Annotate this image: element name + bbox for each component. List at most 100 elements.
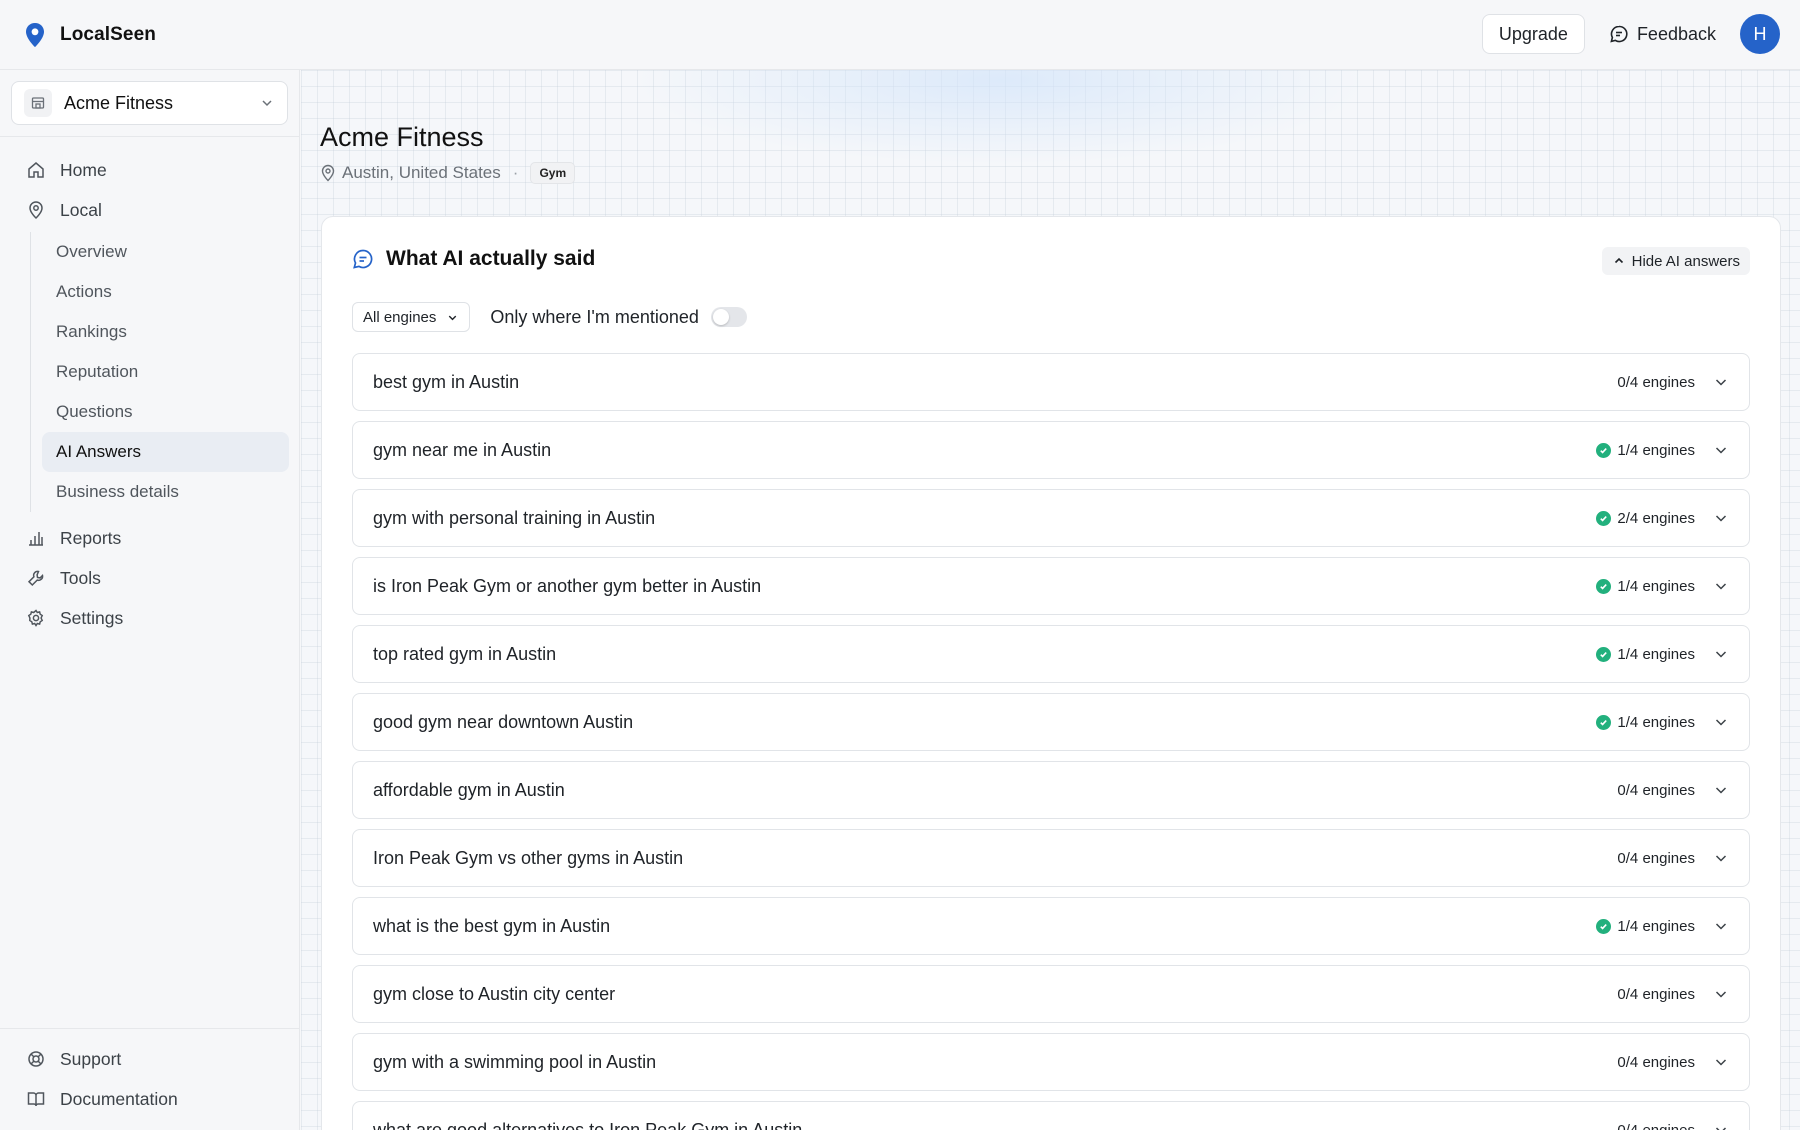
query-text: gym close to Austin city center <box>373 983 616 1004</box>
subnav-actions[interactable]: Actions <box>42 272 289 312</box>
lifebuoy-icon <box>26 1049 46 1069</box>
query-row[interactable]: is Iron Peak Gym or another gym better i… <box>352 557 1750 615</box>
engine-count: 1/4 engines <box>1596 578 1695 595</box>
query-row[interactable]: what is the best gym in Austin 1/4 engine… <box>352 897 1750 955</box>
chevron-down-icon[interactable] <box>1713 1122 1729 1130</box>
engine-count: 0/4 engines <box>1617 374 1695 391</box>
chevron-down-icon[interactable] <box>1713 918 1729 934</box>
engine-count-label: 1/4 engines <box>1617 713 1695 731</box>
filters-row: All engines Only where I'm mentioned <box>352 302 747 332</box>
query-row[interactable]: good gym near downtown Austin 1/4 engines <box>352 693 1750 751</box>
subnav-questions[interactable]: Questions <box>42 392 289 432</box>
query-row[interactable]: Iron Peak Gym vs other gyms in Austin 0/4… <box>352 829 1750 887</box>
query-text: gym with personal training in Austin <box>373 507 656 528</box>
upgrade-button[interactable]: Upgrade <box>1481 14 1585 54</box>
check-circle-icon <box>1596 646 1612 662</box>
query-row[interactable]: top rated gym in Austin 1/4 engines <box>352 625 1750 683</box>
engine-count-label: 1/4 engines <box>1617 577 1695 595</box>
query-row[interactable]: gym close to Austin city center 0/4 engin… <box>352 965 1750 1023</box>
subnav-reputation[interactable]: Reputation <box>42 352 289 392</box>
subnav-overview[interactable]: Overview <box>42 232 289 272</box>
engine-count: 0/4 engines <box>1617 1054 1695 1071</box>
sidebar-item-documentation[interactable]: Documentation <box>0 1079 300 1119</box>
engine-count: 0/4 engines <box>1617 782 1695 799</box>
sidebar-item-settings[interactable]: Settings <box>0 598 300 638</box>
sidebar-item-support[interactable]: Support <box>0 1039 300 1079</box>
mentioned-toggle[interactable] <box>710 307 747 327</box>
query-row[interactable]: what are good alternatives to Iron Peak … <box>352 1101 1750 1130</box>
query-text: what is the best gym in Austin <box>373 915 611 936</box>
sidebar-item-reports[interactable]: Reports <box>0 518 300 558</box>
sidebar-item-label: Home <box>60 159 107 180</box>
engine-count: 0/4 engines <box>1617 1122 1695 1130</box>
engine-count-label: 0/4 engines <box>1617 1053 1695 1071</box>
book-icon <box>26 1089 46 1109</box>
home-icon <box>26 160 46 180</box>
sidebar-item-label: Support <box>60 1048 122 1069</box>
app-name: LocalSeen <box>60 23 156 45</box>
mentioned-toggle-label: Only where I'm mentioned <box>490 306 699 327</box>
business-name: Acme Fitness <box>64 92 174 113</box>
query-row[interactable]: affordable gym in Austin 0/4 engines <box>352 761 1750 819</box>
query-text: Iron Peak Gym vs other gyms in Austin <box>373 847 684 868</box>
bar-chart-icon <box>26 528 46 548</box>
chevron-down-icon[interactable] <box>1713 646 1729 662</box>
brand[interactable]: LocalSeen <box>24 22 156 48</box>
hide-ai-answers-button[interactable]: Hide AI answers <box>1601 247 1750 275</box>
subnav-business-details[interactable]: Business details <box>42 472 289 512</box>
map-pin-icon <box>321 164 335 182</box>
sidebar-item-label: Documentation <box>60 1088 178 1109</box>
avatar[interactable]: H <box>1740 14 1780 54</box>
sidebar-item-label: Reports <box>60 527 122 548</box>
sidebar-item-label: Tools <box>60 567 101 588</box>
query-row[interactable]: gym near me in Austin 1/4 engines <box>352 421 1750 479</box>
query-row[interactable]: best gym in Austin 0/4 engines <box>352 353 1750 411</box>
engine-count: 2/4 engines <box>1596 510 1695 527</box>
query-list: best gym in Austin 0/4 engines gym near me… <box>352 353 1750 1130</box>
chevron-down-icon[interactable] <box>1713 850 1729 866</box>
engine-count-label: 0/4 engines <box>1617 985 1695 1003</box>
main-content: Acme Fitness Austin, United States · Gym… <box>301 70 1800 1130</box>
chevron-down-icon[interactable] <box>1713 374 1729 390</box>
chevron-down-icon[interactable] <box>1713 1054 1729 1070</box>
business-selector[interactable]: Acme Fitness <box>11 81 288 125</box>
wrench-icon <box>26 568 46 588</box>
engine-count-label: 0/4 engines <box>1617 1121 1695 1130</box>
engine-count-label: 1/4 engines <box>1617 645 1695 663</box>
engine-count-label: 0/4 engines <box>1617 373 1695 391</box>
query-row[interactable]: gym with personal training in Austin 2/4 … <box>352 489 1750 547</box>
engine-filter-select[interactable]: All engines <box>352 302 471 332</box>
query-text: top rated gym in Austin <box>373 643 557 664</box>
query-text: good gym near downtown Austin <box>373 711 634 732</box>
location-row: Austin, United States · Gym <box>320 162 576 184</box>
feedback-button[interactable]: Feedback <box>1609 24 1716 45</box>
chevron-down-icon[interactable] <box>1713 578 1729 594</box>
chevron-up-icon <box>1614 257 1623 264</box>
sidebar: Acme Fitness Home Local Overview Actions… <box>0 70 300 1130</box>
engine-count-label: 1/4 engines <box>1617 441 1695 459</box>
ai-answers-card: What AI actually said Hide AI answers Al… <box>321 216 1781 1130</box>
store-icon <box>24 89 52 117</box>
sidebar-nav: Home Local Overview Actions Rankings Rep… <box>0 150 300 638</box>
query-row[interactable]: gym with a swimming pool in Austin 0/4 en… <box>352 1033 1750 1091</box>
chevron-down-icon[interactable] <box>1713 714 1729 730</box>
sidebar-item-local[interactable]: Local <box>0 190 300 230</box>
sidebar-item-tools[interactable]: Tools <box>0 558 300 598</box>
chevron-down-icon[interactable] <box>1713 442 1729 458</box>
message-icon <box>1610 25 1628 43</box>
engine-count: 1/4 engines <box>1596 646 1695 663</box>
card-title: What AI actually said <box>386 247 596 270</box>
subnav-ai-answers[interactable]: AI Answers <box>42 432 289 472</box>
query-text: best gym in Austin <box>373 371 520 392</box>
subnav-rankings[interactable]: Rankings <box>42 312 289 352</box>
chevron-down-icon[interactable] <box>1713 782 1729 798</box>
query-text: gym near me in Austin <box>373 439 552 460</box>
map-pin-icon <box>26 200 46 220</box>
engine-count: 1/4 engines <box>1596 442 1695 459</box>
card-header: What AI actually said <box>352 247 595 271</box>
sidebar-item-home[interactable]: Home <box>0 150 300 190</box>
chevron-down-icon[interactable] <box>1713 510 1729 526</box>
chevron-down-icon <box>262 100 272 107</box>
chevron-down-icon[interactable] <box>1713 986 1729 1002</box>
chat-bubble-icon <box>353 249 373 269</box>
